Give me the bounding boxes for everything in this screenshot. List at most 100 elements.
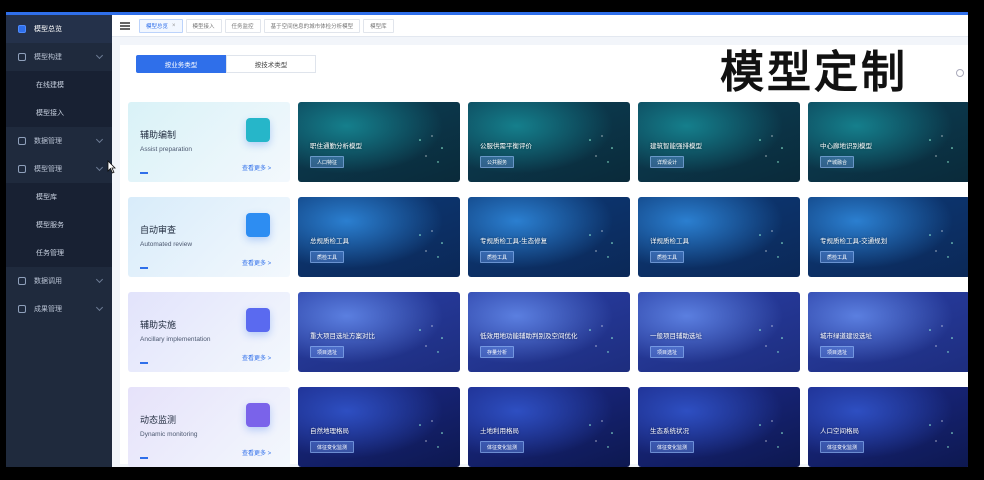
model-card[interactable]: 专规质检工具-交通规划 质检工具 (808, 197, 968, 277)
sidebar-item-label: 在线建模 (36, 82, 64, 89)
category-subtitle: Automated review (140, 241, 193, 248)
tab-bar: 模型总览 × 模型接入 任务监控 基于空间信息的城市体检分析模型 模型库 (112, 15, 968, 37)
category-subtitle: Assist preparation (140, 146, 193, 153)
view-more-link[interactable]: 查看更多 > (242, 163, 271, 172)
sidebar-subitem[interactable]: 模型服务 (6, 211, 112, 239)
map-texture-icon (759, 230, 783, 258)
sidebar-item[interactable]: 模型总览 (6, 15, 112, 43)
model-card[interactable]: 土地利用格局 体征变化监测 (468, 387, 630, 467)
model-tag: 体征变化监测 (310, 441, 355, 453)
menu-icon (18, 277, 26, 285)
map-texture-icon (589, 325, 613, 353)
view-more-link[interactable]: 查看更多 > (242, 258, 271, 267)
tab[interactable]: 基于空间信息的城市体检分析模型 (263, 18, 361, 33)
model-tag: 项目选址 (650, 346, 685, 358)
chevron-down-icon (95, 51, 104, 60)
menu-toggle-icon[interactable] (120, 21, 130, 30)
accent-bar (140, 267, 148, 269)
tab[interactable]: 模型库 (363, 18, 394, 33)
sidebar-item-label: 模型接入 (36, 110, 64, 117)
category-row: 动态监测 Dynamic monitoring 查看更多 > 自然地理格局 体征变化监测… (128, 387, 968, 467)
model-tag: 项目选址 (820, 346, 855, 358)
category-subtitle: Ancillary implementation (140, 336, 211, 343)
sidebar-item[interactable]: 数据管理 (6, 127, 112, 155)
main-panel: 按业务类型 按技术类型 模型定制 辅助编制 Assist preparation 查… (120, 45, 968, 467)
model-tag: 人口特征 (310, 156, 345, 168)
view-more-label: 查看更多 (242, 261, 267, 267)
model-card[interactable]: 专规质检工具-生态修复 质检工具 (468, 197, 630, 277)
accent-bar (140, 172, 148, 174)
sidebar-subitem[interactable]: 模型库 (6, 183, 112, 211)
category-card[interactable]: 辅助实施 Ancillary implementation 查看更多 > (128, 292, 290, 372)
model-title: 总规质检工具 (310, 238, 349, 245)
menu-icon (18, 305, 26, 313)
category-card[interactable]: 动态监测 Dynamic monitoring 查看更多 > (128, 387, 290, 467)
sidebar-item-label: 数据管理 (34, 138, 62, 145)
map-texture-icon (419, 135, 443, 163)
mouse-cursor-icon (107, 160, 116, 174)
sidebar-item-label: 模型总览 (34, 26, 62, 33)
model-card[interactable]: 职住通勤分析模型 人口特征 (298, 102, 460, 182)
sidebar-item[interactable]: 模型构建 (6, 43, 112, 71)
view-more-link[interactable]: 查看更多 > (242, 353, 271, 362)
map-texture-icon (419, 420, 443, 448)
model-card[interactable]: 公服供需平衡评价 公共服务 (468, 102, 630, 182)
sidebar-item[interactable]: 模型管理 (6, 155, 112, 183)
model-card[interactable]: 总规质检工具质检工具 (298, 197, 460, 277)
by-tech-type-button[interactable]: 按技术类型 (226, 55, 316, 73)
model-title: 人口空间格局 (820, 428, 859, 435)
category-card[interactable]: 自动审查 Automated review 查看更多 > (128, 197, 290, 277)
model-tag: 质检工具 (310, 251, 345, 263)
map-texture-icon (759, 325, 783, 353)
sidebar-item[interactable]: 数据调用 (6, 267, 112, 295)
model-title: 自然地理格局 (310, 428, 349, 435)
model-tag: 质检工具 (480, 251, 515, 263)
map-texture-icon (929, 135, 953, 163)
tab[interactable]: 模型接入 (185, 18, 222, 33)
model-title: 重大项目选址方案对比 (310, 333, 375, 340)
category-title: 动态监测 (140, 415, 177, 425)
tab[interactable]: 模型总览 × (139, 18, 183, 33)
model-title: 建筑智能强排模型 (650, 143, 702, 150)
category-title: 自动审查 (140, 225, 177, 235)
sidebar-subitem[interactable]: 在线建模 (6, 71, 112, 99)
map-texture-icon (589, 420, 613, 448)
overlay-title: 模型定制 (720, 48, 908, 97)
accent-bar (140, 457, 148, 459)
sidebar-subitem[interactable]: 模型接入 (6, 99, 112, 127)
model-card[interactable]: 人口空间格局 体征变化监测 (808, 387, 968, 467)
sidebar-item[interactable]: 成果管理 (6, 295, 112, 323)
close-icon[interactable]: × (172, 23, 176, 29)
sidebar-item-label: 模型构建 (34, 54, 62, 61)
model-card[interactable]: 详规质检工具 质检工具 (638, 197, 800, 277)
model-title: 生态系统状况 (650, 428, 689, 435)
category-icon (246, 213, 270, 237)
sidebar-subitem[interactable]: 任务管理 (6, 239, 112, 267)
view-more-link[interactable]: 查看更多 > (242, 448, 271, 457)
category-icon (246, 118, 270, 142)
by-business-type-button[interactable]: 按业务类型 (136, 55, 226, 73)
category-card[interactable]: 辅助编制 Assist preparation 查看更多 > (128, 102, 290, 182)
map-texture-icon (589, 230, 613, 258)
model-card[interactable]: 生态系统状况 体征变化监测 (638, 387, 800, 467)
map-texture-icon (759, 135, 783, 163)
search-icon[interactable] (956, 69, 964, 77)
category-row: 自动审查 Automated review 查看更多 > 总规质检工具 质检工具 专规质检… (128, 197, 968, 277)
tab-label: 任务监控 (231, 23, 254, 30)
menu-icon (18, 25, 26, 33)
model-card[interactable]: 城市绿道建设选址 项目选址 (808, 292, 968, 372)
map-texture-icon (419, 325, 443, 353)
tab[interactable]: 任务监控 (224, 18, 261, 33)
model-card[interactable]: 建筑智能强排模型 详规设计 (638, 102, 800, 182)
model-card[interactable]: 低效用地功能辅助判别及空间优化 存量分析 (468, 292, 630, 372)
model-card[interactable]: 重大项目选址方案对比 项目选址 (298, 292, 460, 372)
category-title: 辅助编制 (140, 130, 177, 140)
model-card[interactable]: 中心廊地识别模型 产城融合 (808, 102, 968, 182)
sidebar-item-label: 模型管理 (34, 166, 62, 173)
model-card[interactable]: 一般项目辅助选址 项目选址 (638, 292, 800, 372)
model-title: 低效用地功能辅助判别及空间优化 (480, 333, 578, 340)
sidebar-item-label: 成果管理 (34, 306, 62, 313)
accent-bar (140, 362, 148, 364)
model-card[interactable]: 自然地理格局体征变化监测 (298, 387, 460, 467)
map-texture-icon (929, 230, 953, 258)
